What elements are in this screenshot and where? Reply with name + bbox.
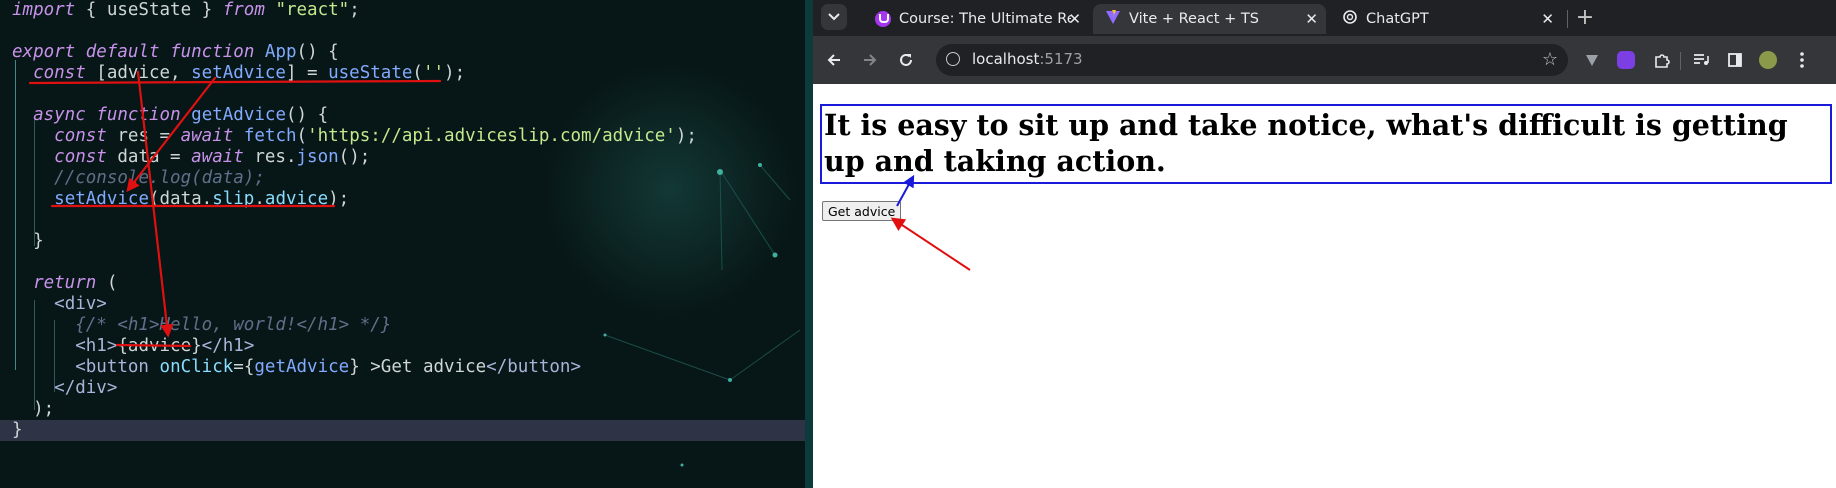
back-icon[interactable] — [821, 47, 847, 73]
course-logo-icon — [875, 11, 891, 27]
pane-splitter[interactable] — [805, 0, 813, 488]
annotation-overlay-editor — [28, 70, 442, 348]
tab-vite[interactable]: Vite + React + TS ✕ — [1093, 4, 1326, 34]
bookmark-star-icon[interactable]: ☆ — [1542, 49, 1558, 70]
url-host: localhost — [972, 50, 1040, 68]
tab-title: ChatGPT — [1366, 11, 1429, 27]
close-tab-icon[interactable]: ✕ — [1541, 10, 1554, 28]
new-tab-icon[interactable]: + — [1572, 4, 1598, 30]
arrow-to-heading — [896, 174, 915, 207]
url-port: :5173 — [1039, 50, 1083, 68]
tab-chatgpt[interactable]: ChatGPT ✕ — [1330, 4, 1562, 34]
tab-title: Vite + React + TS — [1129, 11, 1259, 27]
tab-title: Course: The Ultimate Re — [899, 11, 1071, 27]
page-viewport: It is easy to sit up and take notice, wh… — [813, 84, 1836, 488]
tab-search-chevron-icon[interactable] — [821, 4, 847, 30]
extensions-puzzle-icon[interactable] — [1649, 47, 1675, 73]
browser-window: Course: The Ultimate Re ✕ Vite + React +… — [813, 0, 1836, 488]
arrow-advice-to-h1 — [136, 70, 174, 338]
annotation-overlay-browser — [890, 174, 971, 271]
address-bar[interactable]: localhost:5173 ☆ — [936, 44, 1568, 76]
extension-v-icon[interactable] — [1579, 47, 1605, 73]
side-panel-icon[interactable] — [1722, 47, 1748, 73]
tab-strip: Course: The Ultimate Re ✕ Vite + React +… — [813, 0, 1836, 36]
underline-advice-h1 — [115, 343, 192, 348]
url-text[interactable]: localhost:5173 — [972, 50, 1083, 68]
profile-avatar[interactable] — [1755, 47, 1781, 73]
underline-usestate — [28, 79, 442, 85]
close-tab-icon[interactable]: ✕ — [1305, 10, 1318, 28]
chatgpt-logo-icon — [1342, 9, 1358, 29]
vite-logo-icon — [1105, 9, 1121, 29]
code-editor-pane[interactable]: import { useState } from "react"; export… — [0, 0, 808, 488]
forward-icon[interactable] — [857, 47, 883, 73]
more-menu-icon[interactable] — [1789, 47, 1815, 73]
site-info-icon[interactable] — [946, 52, 960, 66]
tab-course[interactable]: Course: The Ultimate Re ✕ — [857, 4, 1089, 34]
browser-toolbar: localhost:5173 ☆ — [813, 36, 1836, 84]
media-controls-icon[interactable] — [1688, 47, 1714, 73]
tab-divider — [1567, 10, 1568, 28]
arrow-to-button — [890, 217, 971, 271]
extension-purple-icon[interactable] — [1613, 47, 1639, 73]
close-tab-icon[interactable]: ✕ — [1068, 10, 1081, 28]
reload-icon[interactable] — [893, 47, 919, 73]
toolbar-divider — [1680, 52, 1681, 70]
